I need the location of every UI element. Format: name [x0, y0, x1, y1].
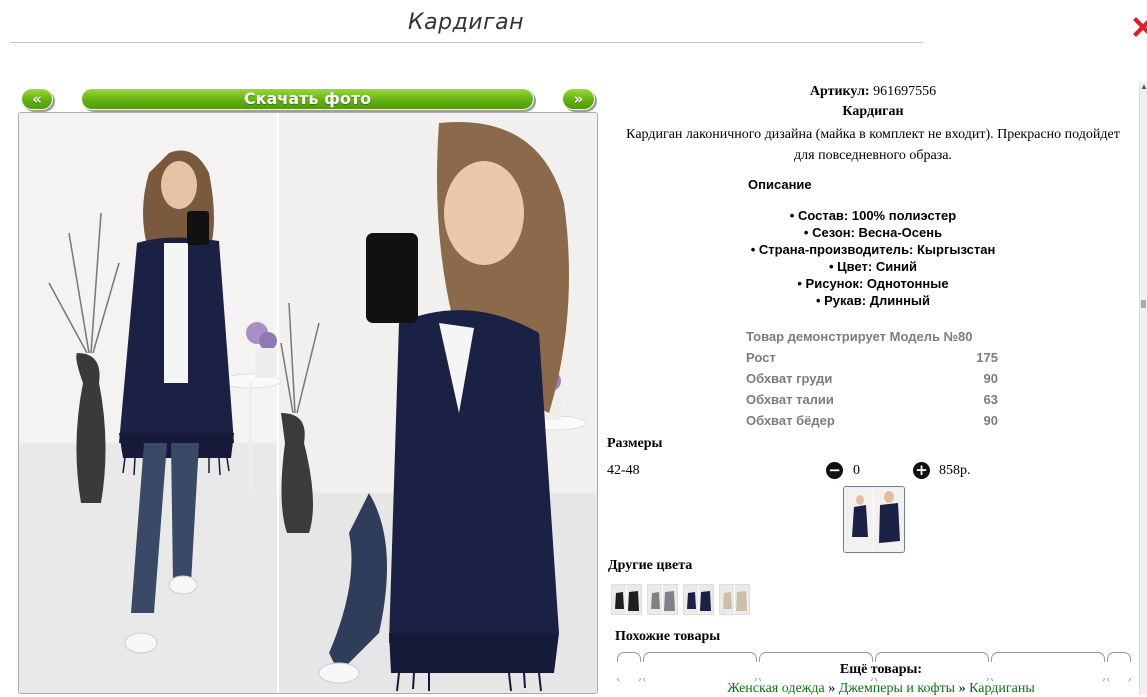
attribute-item: • Состав: 100% полиэстер: [789, 208, 957, 223]
product-name: Кардиган: [842, 104, 904, 119]
download-photo-button[interactable]: Скачать фото: [81, 88, 534, 110]
model-row-value: 63: [983, 392, 998, 407]
prev-photo-button[interactable]: «: [21, 88, 53, 110]
breadcrumb-jumpers[interactable]: Джемперы и кофты: [839, 681, 955, 696]
size-thumbnail[interactable]: [843, 486, 905, 553]
model-row-label: Рост: [746, 350, 776, 365]
model-row: Рост 175: [746, 347, 998, 368]
attribute-item: • Рисунок: Однотонные: [797, 276, 949, 291]
model-row-value: 90: [983, 413, 998, 428]
product-description: Кардиган лаконичного дизайна (майка в ко…: [626, 127, 1120, 163]
vertical-scrollbar[interactable]: [1139, 82, 1147, 695]
sizes-heading: Размеры: [607, 436, 663, 451]
similar-products-heading: Похожие товары: [615, 629, 721, 644]
article-label: Артикул:: [809, 84, 870, 99]
model-row-label: Обхват груди: [746, 371, 833, 386]
model-row: Обхват груди 90: [746, 368, 998, 389]
article-value: 961697556: [873, 84, 937, 99]
color-variant-thumbnail[interactable]: [683, 584, 714, 615]
breadcrumb-cardigans[interactable]: Кардиганы: [969, 681, 1035, 696]
color-variant-thumbnail[interactable]: [611, 584, 642, 615]
attribute-item: • Рукав: Длинный: [815, 293, 931, 308]
product-photo[interactable]: [18, 112, 598, 694]
model-row: Обхват бёдер 90: [746, 410, 998, 431]
size-range: 42-48: [607, 463, 640, 478]
model-row: Обхват талии 63: [746, 389, 998, 410]
price: 858р.: [939, 463, 971, 478]
title-divider: [10, 42, 923, 43]
quantity-value: 0: [853, 463, 860, 478]
attribute-item: • Цвет: Синий: [828, 259, 918, 274]
model-row-label: Обхват бёдер: [746, 413, 835, 428]
other-colors-heading: Другие цвета: [608, 558, 693, 573]
next-photo-button[interactable]: »: [562, 88, 595, 110]
model-row-value: 90: [983, 371, 998, 386]
scroll-up-arrow-icon[interactable]: ▲: [1140, 82, 1147, 94]
attribute-item: • Страна-производитель: Кыргызстан: [750, 242, 996, 257]
color-variant-thumbnail[interactable]: [647, 584, 678, 615]
breadcrumb-separator: »: [958, 681, 966, 696]
model-row-label: Обхват талии: [746, 392, 834, 407]
color-variant-thumbnail[interactable]: [719, 584, 750, 615]
breadcrumb-separator: »: [828, 681, 836, 696]
model-measurements: Товар демонстрирует Модель №80 Рост 175 …: [746, 326, 998, 431]
article-line: Артикул: 961697556: [606, 84, 1140, 100]
more-products-heading: Ещё товары:: [606, 662, 1147, 678]
attribute-item: • Сезон: Весна-Осень: [803, 225, 943, 240]
model-heading: Товар демонстрирует Модель №80: [746, 329, 973, 344]
description-heading: Описание: [748, 177, 812, 192]
breadcrumb-women-clothing[interactable]: Женская одежда: [727, 681, 824, 696]
scroll-thumb[interactable]: [1141, 300, 1146, 308]
attribute-list: • Состав: 100% полиэстер • Сезон: Весна-…: [606, 207, 1140, 309]
increase-quantity-icon[interactable]: +: [913, 462, 930, 479]
model-row-value: 175: [976, 350, 998, 365]
decrease-quantity-icon[interactable]: −: [826, 462, 843, 479]
close-icon[interactable]: [1133, 13, 1147, 41]
page-title: Кардиган: [408, 10, 524, 35]
